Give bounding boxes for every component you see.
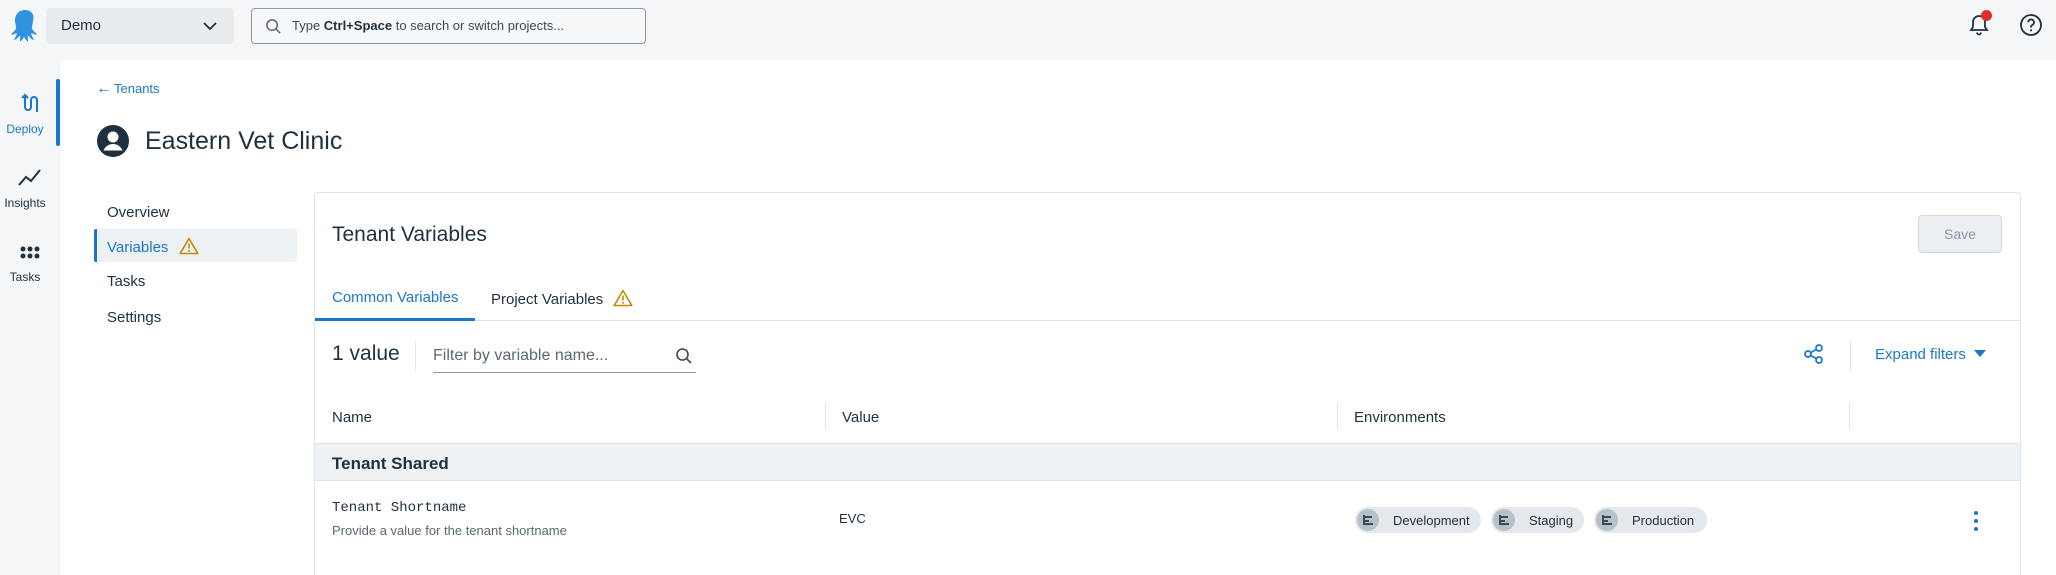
caret-down-icon bbox=[1973, 350, 1986, 357]
environment-icon bbox=[1596, 509, 1618, 531]
sidenav-item-variables[interactable]: Variables bbox=[94, 229, 297, 262]
column-header-value: Value bbox=[842, 409, 880, 426]
environment-chip-development[interactable]: Development bbox=[1355, 507, 1481, 533]
divider bbox=[415, 341, 416, 371]
warning-icon bbox=[178, 237, 199, 255]
arrow-left-icon: ← bbox=[96, 80, 112, 97]
sidenav-item-tasks[interactable]: Tasks bbox=[94, 265, 297, 298]
variable-filter bbox=[433, 341, 696, 373]
column-header-name: Name bbox=[332, 409, 373, 426]
notification-badge bbox=[1981, 10, 1992, 21]
back-link[interactable]: ← Tenants bbox=[96, 80, 160, 98]
tab-label-project: Project Variables bbox=[491, 291, 604, 308]
value-count: 1 value bbox=[332, 342, 400, 365]
chevron-down-icon bbox=[203, 22, 217, 31]
variable-name: Tenant Shortname bbox=[332, 500, 467, 516]
share-icon[interactable] bbox=[1803, 343, 1825, 365]
divider bbox=[1850, 341, 1851, 371]
variable-group-header: Tenant Shared bbox=[315, 443, 2020, 481]
table-header: Name Value Environments bbox=[315, 401, 2020, 436]
deploy-icon bbox=[21, 93, 38, 112]
help-icon[interactable] bbox=[2019, 13, 2043, 37]
sidenav-label-overview: Overview bbox=[107, 204, 170, 221]
environment-label: Production bbox=[1632, 513, 1695, 528]
environment-chip-production[interactable]: Production bbox=[1594, 507, 1707, 533]
left-nav-rail: Deploy Insights Tasks bbox=[0, 52, 60, 575]
search-icon bbox=[676, 348, 692, 364]
environment-label: Staging bbox=[1529, 513, 1574, 528]
environment-icon bbox=[1493, 509, 1515, 531]
column-separator bbox=[825, 404, 826, 428]
space-selector[interactable]: Demo bbox=[46, 8, 234, 44]
rail-item-insights[interactable]: Insights bbox=[0, 156, 60, 222]
rail-item-tasks[interactable]: Tasks bbox=[0, 230, 60, 296]
sidenav-item-overview[interactable]: Overview bbox=[94, 196, 297, 229]
space-name: Demo bbox=[61, 17, 102, 34]
column-separator bbox=[1337, 404, 1338, 428]
expand-filters-button[interactable]: Expand filters bbox=[1875, 346, 1986, 363]
column-separator bbox=[1849, 404, 1850, 428]
environment-icon bbox=[1357, 509, 1379, 531]
table-row[interactable]: Tenant Shortname Provide a value for the… bbox=[315, 481, 2020, 575]
save-button[interactable]: Save bbox=[1918, 215, 2002, 253]
column-header-environments: Environments bbox=[1354, 409, 1446, 426]
tab-project-variables[interactable]: Project Variables bbox=[491, 273, 671, 321]
rail-label-insights: Insights bbox=[4, 196, 46, 210]
variable-help-text: Provide a value for the tenant shortname bbox=[332, 523, 567, 538]
back-link-label: Tenants bbox=[114, 81, 160, 96]
rail-label-tasks: Tasks bbox=[9, 270, 41, 284]
rail-item-deploy[interactable]: Deploy bbox=[0, 82, 60, 148]
card-title: Tenant Variables bbox=[332, 223, 487, 246]
sidenav-label-tasks: Tasks bbox=[107, 273, 146, 290]
notifications-button[interactable] bbox=[1967, 10, 1992, 37]
top-bar: Demo Type Ctrl+Space to search or switch… bbox=[0, 0, 2056, 52]
sidenav-item-settings[interactable]: Settings bbox=[94, 301, 297, 334]
rail-label-deploy: Deploy bbox=[6, 122, 44, 136]
more-options-icon[interactable] bbox=[1973, 511, 1979, 531]
warning-icon bbox=[613, 289, 634, 307]
environment-label: Development bbox=[1393, 513, 1470, 528]
search-icon bbox=[266, 19, 281, 34]
octopus-logo-icon[interactable] bbox=[6, 6, 44, 44]
tenant-variables-card: Tenant Variables Save Common Variables P… bbox=[314, 192, 2021, 575]
tab-label-common: Common Variables bbox=[332, 289, 459, 306]
page-title: Eastern Vet Clinic bbox=[145, 127, 343, 155]
sidenav-label-variables: Variables bbox=[107, 239, 169, 256]
group-name: Tenant Shared bbox=[332, 454, 449, 473]
tasks-icon bbox=[20, 246, 40, 259]
environment-chip-staging[interactable]: Staging bbox=[1491, 507, 1584, 533]
search-input[interactable]: Type Ctrl+Space to search or switch proj… bbox=[251, 8, 646, 44]
variable-value[interactable]: EVC bbox=[839, 511, 866, 526]
rail-active-indicator bbox=[56, 79, 60, 146]
search-placeholder: Type Ctrl+Space to search or switch proj… bbox=[292, 18, 565, 33]
sidenav-label-settings: Settings bbox=[107, 309, 162, 326]
tab-common-variables[interactable]: Common Variables bbox=[315, 273, 475, 321]
expand-filters-label: Expand filters bbox=[1875, 346, 1966, 363]
variable-tabs: Common Variables Project Variables bbox=[315, 273, 2020, 321]
insights-icon bbox=[18, 169, 41, 186]
user-circle-icon bbox=[97, 125, 129, 157]
filter-input[interactable] bbox=[433, 341, 663, 371]
